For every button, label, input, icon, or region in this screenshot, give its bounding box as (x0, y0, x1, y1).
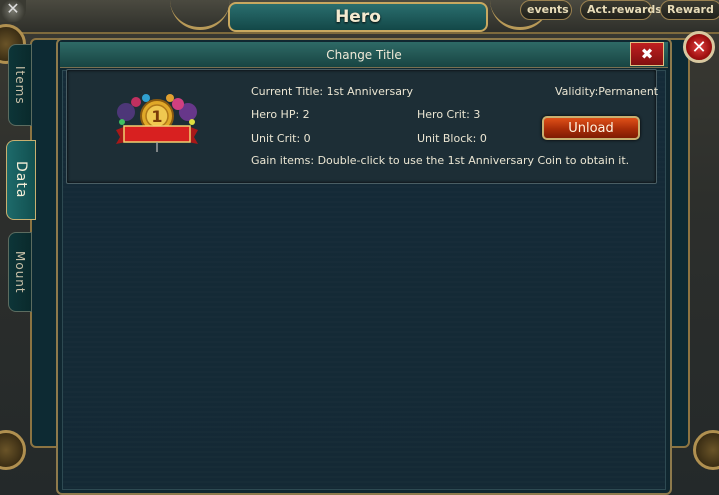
window-title: Hero (228, 2, 488, 32)
current-title-value: 1st Anniversary (326, 85, 413, 98)
dialog-titlebar: Change Title (60, 42, 668, 68)
hero-hp-value: 2 (302, 108, 310, 121)
back-icon[interactable]: ✕ (0, 0, 26, 22)
tab-reward[interactable]: Reward (660, 0, 719, 20)
close-icon[interactable]: ✖ (630, 42, 664, 66)
unit-block-value: 0 (479, 132, 487, 145)
gain-items-label: Gain items: (251, 154, 315, 167)
unit-crit-value: 0 (303, 132, 311, 145)
anniversary-title-badge-icon[interactable]: 1 (112, 92, 202, 154)
side-tab-mount[interactable]: Mount (8, 232, 32, 312)
dialog-title: Change Title (326, 47, 402, 62)
unload-button[interactable]: Unload (542, 116, 640, 140)
window-title-text: Hero (335, 7, 381, 27)
side-tab-data-label: Data (13, 161, 29, 199)
current-title-label: Current Title: (251, 85, 324, 98)
tab-act-rewards[interactable]: Act.rewards (580, 0, 662, 20)
side-tab-data[interactable]: Data (6, 140, 36, 220)
validity-text: Validity:Permanent (555, 85, 659, 98)
side-tab-items-label: Items (13, 65, 27, 105)
tab-events[interactable]: events (520, 0, 572, 20)
hero-hp-label: Hero HP: (251, 108, 300, 121)
badge-number: 1 (151, 107, 162, 126)
unit-crit-label: Unit Crit: (251, 132, 301, 145)
unit-block-label: Unit Block: (417, 132, 477, 145)
side-tab-mount-label: Mount (13, 250, 27, 294)
gain-items-value: Double-click to use the 1st Anniversary … (317, 154, 630, 167)
hero-crit-value: 3 (473, 108, 481, 121)
side-tab-items[interactable]: Items (8, 44, 32, 126)
window-close-icon[interactable]: ✕ (683, 31, 715, 63)
hero-crit-label: Hero Crit: (417, 108, 470, 121)
